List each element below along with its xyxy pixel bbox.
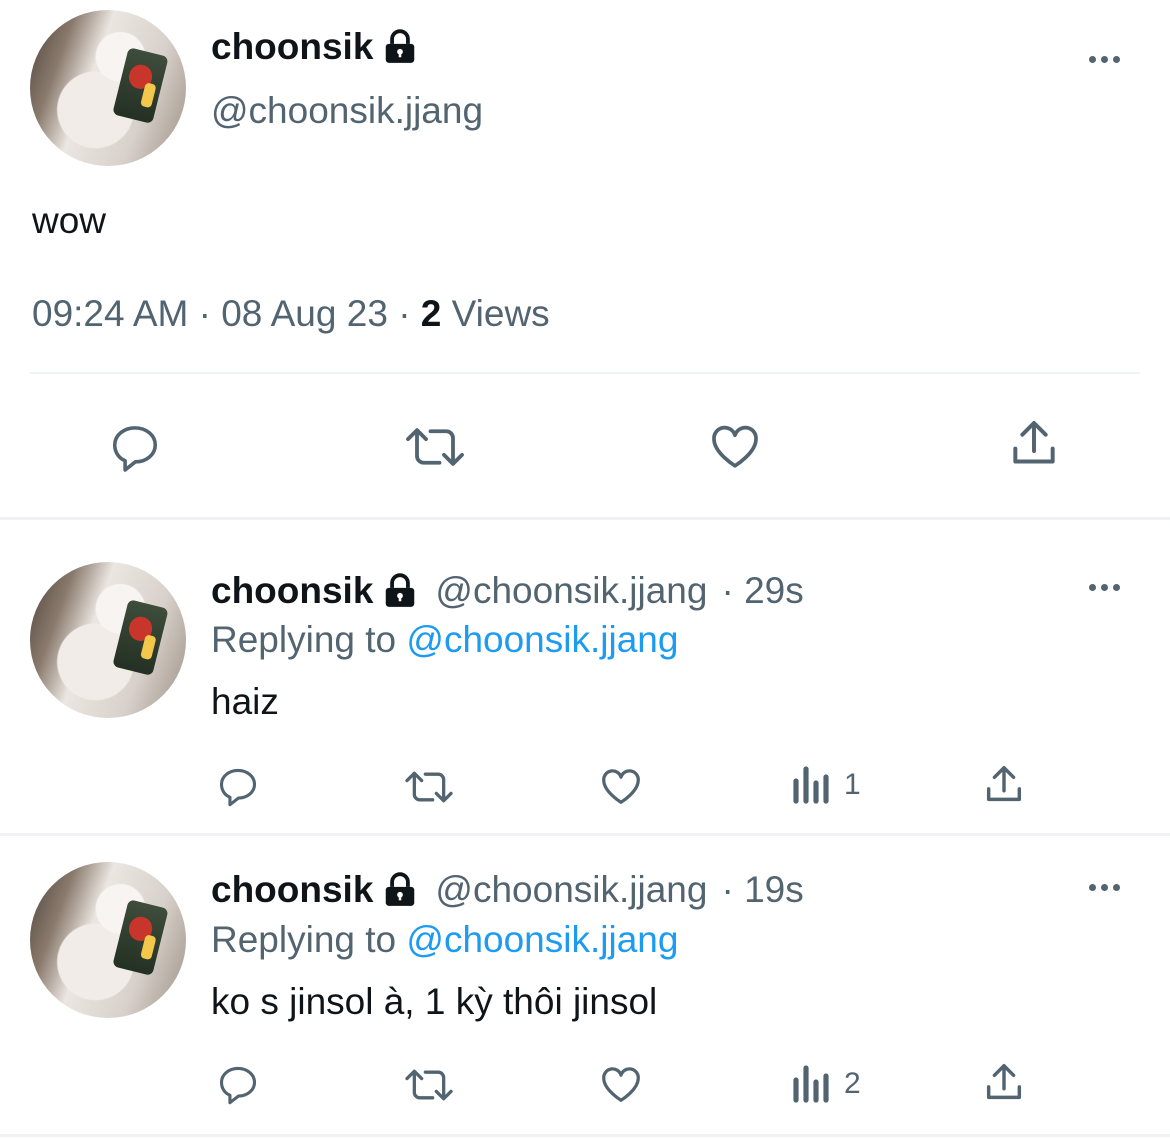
reply-time[interactable]: · 29s <box>721 570 803 612</box>
like-icon[interactable] <box>706 418 764 474</box>
views-button[interactable]: 2 <box>792 1064 861 1104</box>
views-label[interactable]: Views <box>452 293 550 334</box>
replying-handle-link[interactable]: @choonsik.jjang <box>406 919 678 960</box>
reply-text: ko s jinsol à, 1 kỳ thôi jinsol <box>211 981 658 1022</box>
meta-separator: · <box>198 293 211 334</box>
replying-prefix: Replying to <box>211 919 397 960</box>
reply-icon[interactable] <box>214 764 262 808</box>
reply-text: haiz <box>211 681 279 722</box>
divider <box>30 372 1140 374</box>
divider <box>0 517 1170 520</box>
views-count: 2 <box>844 1067 861 1100</box>
reply-icon[interactable] <box>214 1062 262 1106</box>
divider <box>0 1134 1170 1137</box>
avatar-image-detail <box>112 898 169 976</box>
main-author-row: choonsik <box>211 26 419 68</box>
divider <box>0 833 1170 836</box>
reply-header: choonsik @choonsik.jjang · 29s <box>211 570 804 612</box>
share-icon[interactable] <box>981 762 1027 808</box>
views-icon <box>792 1064 832 1104</box>
author-handle[interactable]: @choonsik.jjang <box>211 90 483 132</box>
replying-to: Replying to @choonsik.jjang <box>211 619 678 661</box>
meta-separator: · <box>398 293 411 334</box>
lock-icon <box>381 28 419 66</box>
lock-icon <box>381 572 419 610</box>
views-count: 1 <box>844 768 861 801</box>
replying-prefix: Replying to <box>211 619 397 660</box>
tweet-date: 08 Aug 23 <box>221 293 388 334</box>
reply-icon[interactable] <box>106 420 164 474</box>
more-icon[interactable] <box>1089 584 1120 591</box>
more-icon[interactable] <box>1089 884 1120 891</box>
author-handle[interactable]: @choonsik.jjang <box>435 869 707 911</box>
avatar-image-detail <box>112 598 169 676</box>
more-icon[interactable] <box>1089 56 1120 63</box>
retweet-icon[interactable] <box>400 1063 458 1107</box>
author-handle[interactable]: @choonsik.jjang <box>435 570 707 612</box>
tweet-text: wow <box>32 200 107 241</box>
share-icon[interactable] <box>981 1060 1027 1106</box>
replying-to: Replying to @choonsik.jjang <box>211 919 678 961</box>
author-name[interactable]: choonsik <box>211 869 373 911</box>
views-button[interactable]: 1 <box>792 765 861 805</box>
author-name[interactable]: choonsik <box>211 26 373 68</box>
views-icon <box>792 765 832 805</box>
views-count[interactable]: 2 <box>421 293 442 334</box>
reply-time[interactable]: · 19s <box>721 869 803 911</box>
like-icon[interactable] <box>597 1061 645 1107</box>
reply-header: choonsik @choonsik.jjang · 19s <box>211 869 804 911</box>
tweet-meta: 09:24 AM · 08 Aug 23 · 2 Views <box>32 293 550 335</box>
share-icon[interactable] <box>1006 416 1062 472</box>
avatar[interactable] <box>30 862 186 1018</box>
retweet-icon[interactable] <box>400 420 470 474</box>
avatar-image-detail <box>112 46 169 124</box>
tweet-time: 09:24 AM <box>32 293 189 334</box>
avatar[interactable] <box>30 562 186 718</box>
like-icon[interactable] <box>597 763 645 809</box>
retweet-icon[interactable] <box>400 765 458 809</box>
lock-icon <box>381 871 419 909</box>
avatar[interactable] <box>30 10 186 166</box>
replying-handle-link[interactable]: @choonsik.jjang <box>406 619 678 660</box>
author-name[interactable]: choonsik <box>211 570 373 612</box>
